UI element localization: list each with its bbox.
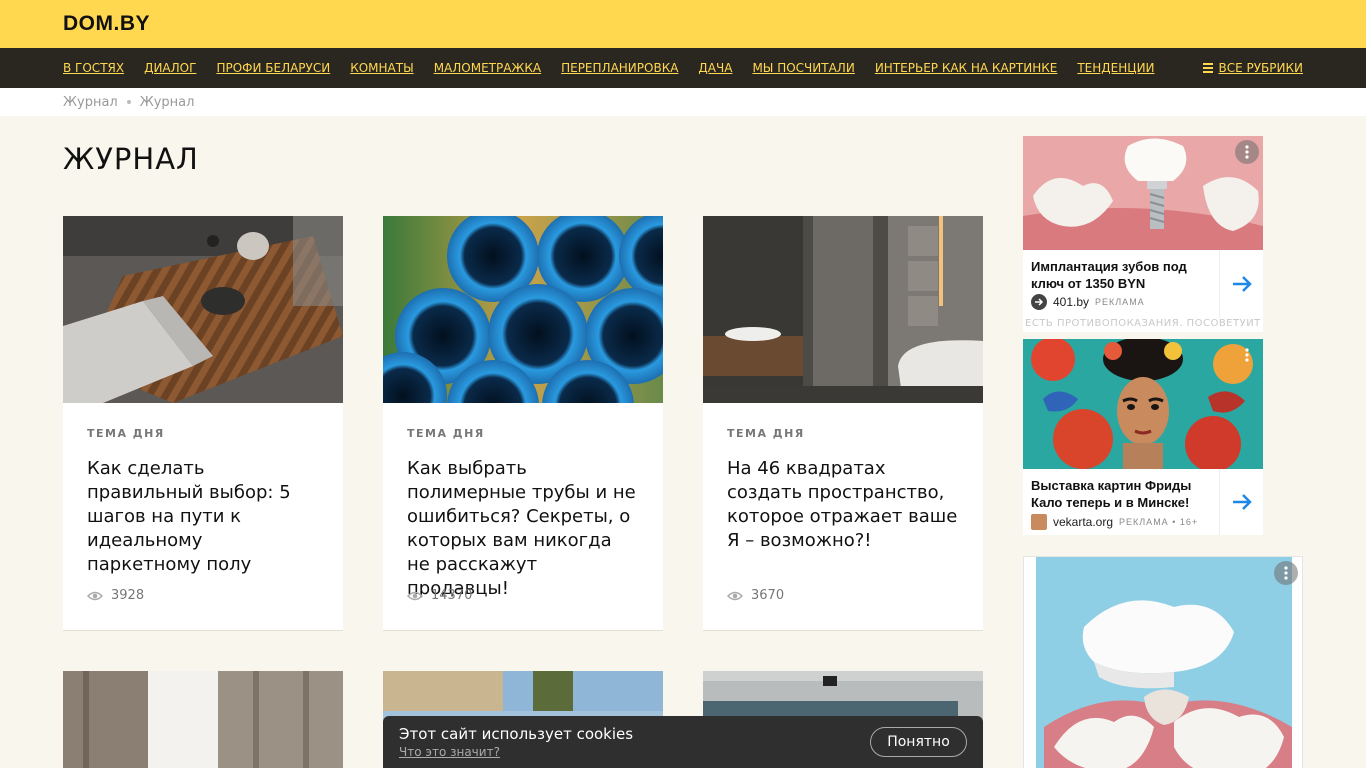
ad-dental-implant[interactable]: Имплантация зубов под ключ от 1350 BYN 4… — [1023, 136, 1263, 332]
eye-icon — [407, 591, 423, 600]
all-rubrics-label: Все рубрики — [1218, 61, 1304, 75]
nav-item-tendencii[interactable]: Тенденции — [1077, 61, 1154, 75]
source-logo-icon — [1031, 514, 1047, 530]
ad-source: vekarta.org РЕКЛАМА • 16+ — [1031, 514, 1198, 530]
nav-item-malometrazhka[interactable]: Малометражка — [434, 61, 541, 75]
breadcrumb-bar: Журнал Журнал — [0, 88, 1366, 116]
cookie-message: Этот сайт использует cookies — [399, 725, 634, 743]
nav-item-pereplanirovka[interactable]: Перепланировка — [561, 61, 678, 75]
nav-item-dialog[interactable]: Диалог — [144, 61, 196, 75]
ad-frida-exhibition[interactable]: Выставка картин Фриды Кало теперь и в Ми… — [1023, 339, 1263, 535]
card-title[interactable]: Как сделать правильный выбор: 5 шагов на… — [87, 457, 319, 577]
views-count: 14370 — [431, 588, 473, 603]
dental-implant-image — [1023, 136, 1263, 250]
cookie-accept-button[interactable]: Понятно — [870, 727, 967, 757]
nav-item-my-poschitali[interactable]: Мы посчитали — [752, 61, 854, 75]
article-card[interactable]: Тема дня На 46 квадратах создать простра… — [703, 216, 983, 630]
ad-go-button[interactable] — [1219, 469, 1263, 535]
dental-crown-image — [1024, 557, 1302, 768]
article-card[interactable]: Тема дня Как сделать правильный выбор: 5… — [63, 216, 343, 630]
breadcrumb-separator — [126, 100, 131, 104]
card-tag: Тема дня — [727, 427, 805, 440]
top-header: DOM.BY — [0, 0, 1366, 48]
curtains-photo[interactable] — [63, 671, 343, 768]
blue-pipes-photo — [383, 216, 663, 403]
card-tag: Тема дня — [407, 427, 485, 440]
site-logo[interactable]: DOM.BY — [63, 12, 150, 36]
ad-source-name: vekarta.org — [1053, 515, 1114, 529]
card-tag: Тема дня — [87, 427, 165, 440]
more-options-icon[interactable] — [1235, 140, 1259, 164]
card-body: Тема дня На 46 квадратах создать простра… — [703, 403, 983, 630]
ad-title[interactable]: Выставка картин Фриды Кало теперь и в Ми… — [1031, 477, 1211, 511]
frida-painting-image — [1023, 339, 1263, 469]
more-options-icon[interactable] — [1274, 561, 1298, 585]
nav-item-dacha[interactable]: Дача — [698, 61, 732, 75]
breadcrumb-item-current: Журнал — [139, 94, 195, 110]
views-counter: 14370 — [407, 588, 472, 603]
views-counter: 3928 — [87, 588, 144, 603]
views-count: 3670 — [751, 588, 785, 603]
ad-dental-crown[interactable] — [1023, 556, 1303, 768]
all-rubrics-button[interactable]: Все рубрики — [1202, 48, 1304, 88]
nav-item-komnaty[interactable]: Комнаты — [350, 61, 413, 75]
card-title[interactable]: Как выбрать полимерные трубы и не ошибит… — [407, 457, 639, 601]
bathroom-photo — [703, 216, 983, 403]
ad-label: РЕКЛАМА • 16+ — [1119, 517, 1199, 527]
cookie-banner: Этот сайт использует cookies Что это зна… — [383, 716, 983, 768]
breadcrumb: Журнал Журнал — [63, 88, 194, 116]
ad-label: РЕКЛАМА — [1095, 297, 1145, 307]
ad-source-name: 401.by — [1053, 295, 1090, 309]
ad-source: 401.by РЕКЛАМА — [1031, 294, 1145, 310]
living-room-photo — [63, 216, 343, 403]
nav-item-v-gostyah[interactable]: В гостях — [63, 61, 124, 75]
ad-disclaimer: ЕСТЬ ПРОТИВОПОКАЗАНИЯ. ПОСОВЕТУЙТЕСЬ С В… — [1025, 318, 1261, 329]
nav-item-interer[interactable]: Интерьер как на картинке — [875, 61, 1058, 75]
nav-list: В гостях Диалог Профи Беларуси Комнаты М… — [63, 48, 1175, 88]
card-title[interactable]: На 46 квадратах создать пространство, ко… — [727, 457, 959, 553]
breadcrumb-item[interactable]: Журнал — [63, 95, 118, 110]
arrow-right-icon — [1232, 494, 1252, 510]
category-nav: В гостях Диалог Профи Беларуси Комнаты М… — [0, 48, 1366, 88]
card-body: Тема дня Как выбрать полимерные трубы и … — [383, 403, 663, 630]
arrow-right-icon — [1232, 276, 1252, 292]
article-card[interactable]: Тема дня Как выбрать полимерные трубы и … — [383, 216, 663, 630]
nav-item-profi[interactable]: Профи Беларуси — [216, 61, 330, 75]
more-options-icon[interactable] — [1235, 343, 1259, 367]
ad-go-button[interactable] — [1219, 250, 1263, 318]
ad-title[interactable]: Имплантация зубов под ключ от 1350 BYN — [1031, 258, 1211, 292]
source-logo-icon — [1031, 294, 1047, 310]
eye-icon — [87, 591, 103, 600]
views-counter: 3670 — [727, 588, 784, 603]
views-count: 3928 — [111, 588, 145, 603]
eye-icon — [727, 591, 743, 600]
card-body: Тема дня Как сделать правильный выбор: 5… — [63, 403, 343, 630]
menu-icon — [1202, 63, 1213, 73]
page-title: ЖУРНАЛ — [63, 142, 199, 176]
cookie-info-link[interactable]: Что это значит? — [399, 745, 500, 759]
